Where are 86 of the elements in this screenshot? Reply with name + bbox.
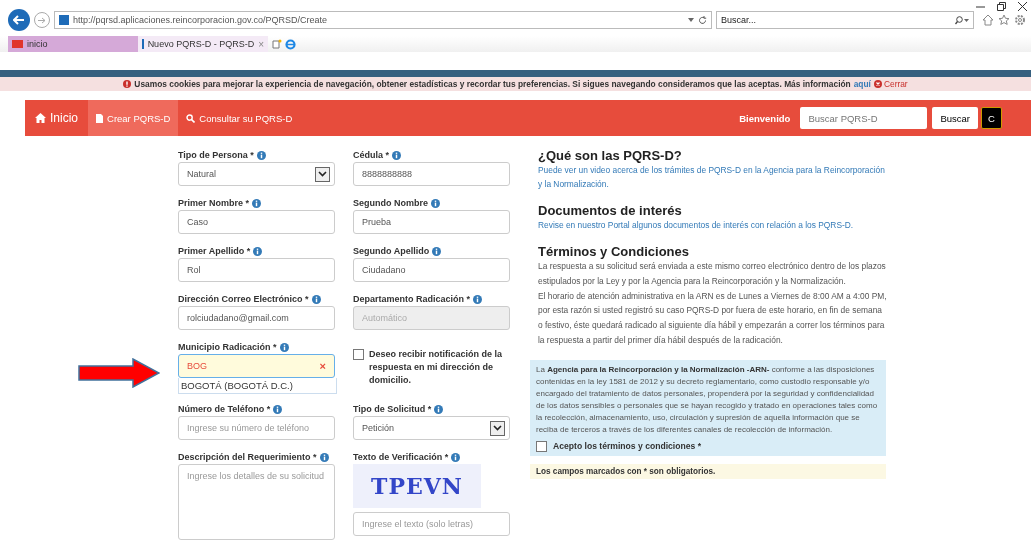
user-button[interactable]: C	[981, 107, 1002, 129]
field-label: Segundo Apellido	[353, 246, 430, 256]
info-link[interactable]: Revise en nuestro Portal algunos documentos de interés con relación a los PQRS-D.	[538, 218, 888, 232]
new-tab-icon[interactable]	[272, 39, 282, 49]
checkbox[interactable]	[536, 440, 547, 452]
arrow-icon	[13, 15, 25, 25]
more-info-link[interactable]: aquí	[853, 79, 871, 89]
info-icon	[434, 404, 444, 414]
info-icon	[253, 246, 263, 256]
home-icon	[35, 113, 46, 123]
browser-search-field[interactable]: Buscar...	[716, 11, 974, 29]
text-field[interactable]: Rol	[178, 258, 335, 282]
document-icon	[96, 113, 103, 123]
close-icon	[873, 80, 882, 88]
text-field[interactable]: 8888888888	[353, 162, 510, 186]
autocomplete-field[interactable]: BOG ×	[178, 354, 335, 378]
refresh-icon[interactable]	[698, 15, 707, 25]
info-icon	[319, 452, 329, 462]
search-button[interactable]: Buscar	[932, 107, 978, 129]
field-label: Cédula *	[353, 150, 389, 160]
cookie-text: Usamos cookies para mejorar la experiencia de navegación, obtener estadísticas y recordar tus preferencias. Si sigues navegando consideramos que las aceptas. Más información	[134, 79, 851, 89]
field-label: Departamento Radicación *	[353, 294, 471, 304]
checkbox-label: Deseo recibir notificación de la respuesta en mi dirección de domicilio.	[369, 348, 504, 387]
captcha-image: TPEVN	[353, 464, 481, 508]
terms-paragraph: La respuesta a su solicitud será enviada a este mismo correo electrónico dentro de los plazos estipulados por la Ley y por la Agencia para la Reincorporación y la Normalización.	[538, 260, 887, 288]
restore-icon[interactable]	[997, 2, 1006, 11]
info-icon	[432, 246, 442, 256]
field-label: Primer Apellido *	[178, 246, 251, 256]
text-field[interactable]: rolciudadano@gmail.com	[178, 306, 335, 330]
textarea-field[interactable]: Ingrese los detalles de su solicitud	[178, 464, 335, 540]
dropdown-caret-icon[interactable]	[688, 18, 694, 22]
field-label: Texto de Verificación *	[353, 452, 449, 462]
field-label: Primer Nombre *	[178, 198, 250, 208]
field-label: Tipo de Persona *	[178, 150, 254, 160]
info-icon	[256, 150, 266, 160]
text-field[interactable]: Ingrese su número de teléfono	[178, 416, 335, 440]
caret-icon	[490, 420, 505, 436]
field-label: Municipio Radicación *	[178, 342, 277, 352]
star-icon[interactable]	[998, 14, 1010, 26]
text-field[interactable]: Prueba	[353, 210, 510, 234]
info-icon	[279, 342, 289, 352]
required-note: Los campos marcados con * son obligatorios.	[530, 463, 886, 479]
search-icon[interactable]	[955, 15, 969, 25]
field-label: Número de Teléfono *	[178, 404, 271, 414]
browser-tab[interactable]: Nuevo PQRS-D - PQRS-D ×	[138, 36, 268, 52]
arrow-icon	[38, 16, 46, 24]
info-icon	[431, 198, 440, 208]
section-heading: Términos y Condiciones	[538, 244, 690, 259]
nav-item[interactable]: Consultar su PQRS-D	[178, 100, 301, 136]
alert-icon	[123, 80, 132, 88]
browser-tab[interactable]: inicio	[8, 36, 138, 52]
address-bar[interactable]: http://pqrsd.aplicaciones.reincorporacion.gov.co/PQRSD/Create	[54, 11, 712, 29]
caret-icon	[315, 166, 330, 182]
text-field[interactable]: Ciudadano	[353, 258, 510, 282]
info-icon	[273, 404, 283, 414]
field-label: Segundo Nombre	[353, 198, 428, 208]
field-label: Descripción del Requerimiento *	[178, 452, 317, 462]
browser-logo-icon[interactable]	[285, 38, 296, 50]
back-button[interactable]	[8, 9, 30, 31]
terms-paragraph: El horario de atención administrativa en la ARN es de Lunes a Viernes de 8:00 AM a 4:00 PM, por esta razón si usted registró su caso PQRS-D por fuera de este horario, en fin de semana o festivo, éste quedará radicado al siguiente día hábil y empezarán a correr los términos para la respuesta a partir del primer día hábil después de la radicación.	[538, 289, 888, 347]
suggestion-item[interactable]: BOGOTÁ (BOGOTÁ D.C.)	[178, 378, 337, 394]
checkbox[interactable]	[353, 349, 364, 360]
field-label: Tipo de Solicitud *	[353, 404, 432, 414]
select-field[interactable]: Petición	[353, 416, 510, 440]
text-field[interactable]: Caso	[178, 210, 335, 234]
info-icon	[252, 198, 262, 208]
info-icon	[473, 294, 483, 304]
info-link[interactable]: Puede ver un video acerca de los trámites de PQRS-D en la Agencia para la Reincorporación y la Normalización.	[538, 163, 888, 191]
section-heading: ¿Qué son las PQRS-D?	[538, 148, 683, 163]
info-icon	[392, 150, 401, 160]
search-field[interactable]: Buscar PQRS-D	[800, 107, 928, 129]
clear-button[interactable]: ×	[319, 360, 326, 372]
field-label: Dirección Correo Electrónico *	[178, 294, 309, 304]
forward-button[interactable]	[34, 12, 50, 28]
nav-item[interactable]: Inicio	[25, 100, 88, 136]
privacy-text: La Agencia para la Reincorporación y la Normalización -ARN- conforme a las disposiciones contenidas en la ley 1581 de 2012 y su decreto reglamentario, como custodio responsable y/o encargado del tratamiento de datos personales, propenderá por la seguridad y confidencialidad de los datos sensibles o personales que se hayan recogido y tratado en operaciones tales como la recolección, almacenamiento, uso, circulación y supresión de aquella información que se reciba de terceros a través de los diferentes canales de recolección de información.	[536, 363, 879, 436]
text-field[interactable]: Ingrese el texto (solo letras)	[353, 512, 510, 536]
close-link[interactable]: Cerrar	[873, 79, 908, 89]
close-icon[interactable]	[1018, 2, 1027, 11]
info-icon	[311, 294, 321, 304]
section-heading: Documentos de interés	[538, 203, 683, 218]
checkbox-label: Acepto los términos y condiciones *	[553, 440, 702, 451]
select-field[interactable]: Natural	[178, 162, 335, 186]
welcome-text: Bienvenido	[739, 112, 791, 124]
info-icon	[451, 452, 461, 462]
search-icon	[186, 113, 196, 123]
